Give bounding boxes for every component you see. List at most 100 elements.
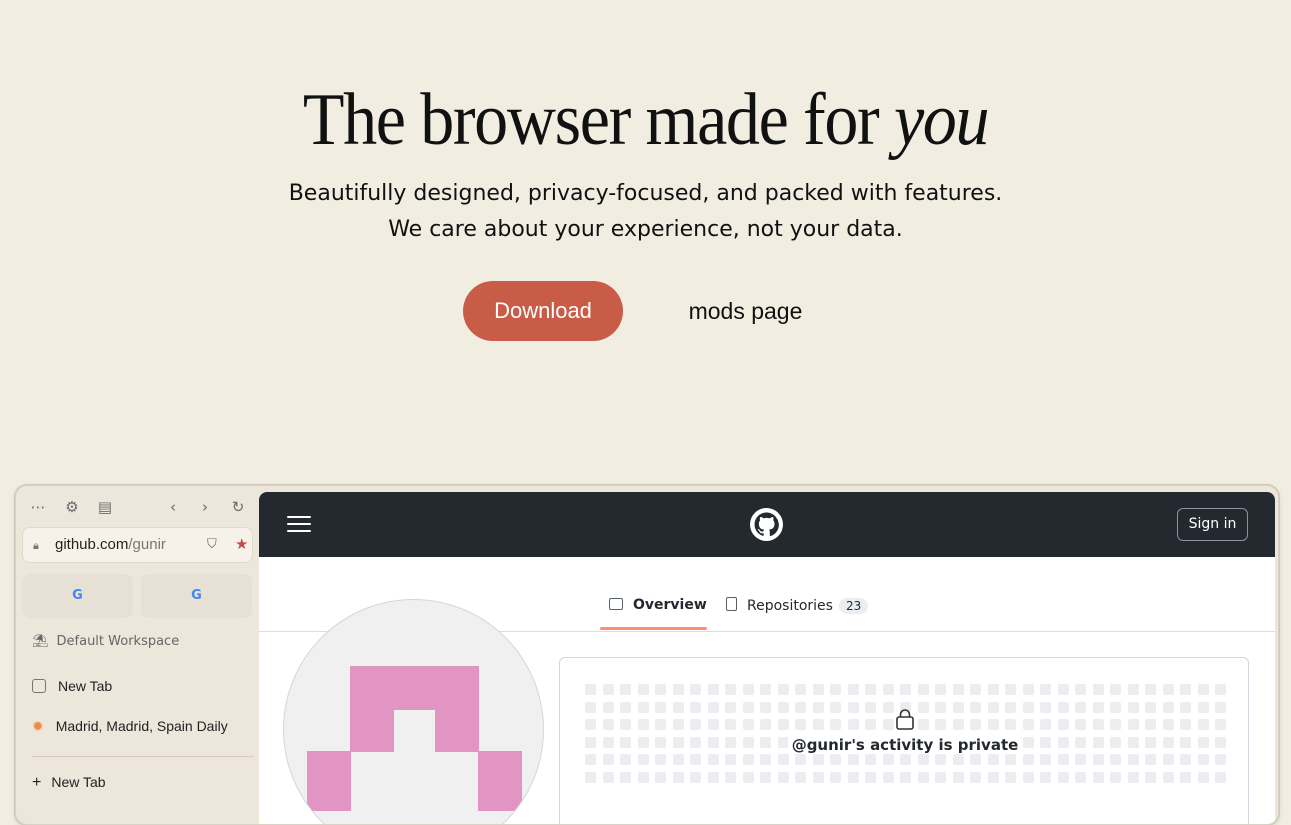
contribution-cell (987, 754, 999, 765)
workspace-icon: ⛱ (32, 634, 49, 649)
contribution-cell (1110, 771, 1121, 783)
contribution-cell (917, 771, 929, 783)
contribution-cell (690, 684, 701, 695)
contribution-cell (952, 701, 964, 713)
contribution-cell (1127, 754, 1139, 765)
subtitle-line-2: We care about your experience, not your … (388, 217, 903, 242)
contribution-cell (1005, 684, 1016, 695)
contribution-cell (1197, 684, 1209, 695)
tab-overview[interactable]: Overview (609, 597, 707, 613)
contribution-cell (970, 684, 981, 695)
contribution-cell (725, 719, 736, 730)
pinned-tab-google-2[interactable]: G (141, 574, 252, 618)
download-button[interactable]: Download (463, 281, 623, 341)
identicon-block (350, 708, 394, 752)
tab-repositories[interactable]: Repositories 23 (726, 597, 869, 614)
contribution-cell (917, 701, 929, 713)
contribution-cell (935, 719, 946, 730)
contribution-cell (1040, 719, 1051, 730)
sidebar-tab-weather[interactable]: ✹ Madrid, Madrid, Spain Daily (32, 718, 228, 735)
contribution-cell (672, 719, 684, 730)
more-icon[interactable]: ⋯ (27, 496, 49, 518)
contribution-cell (847, 684, 859, 695)
contribution-cell (1197, 719, 1209, 730)
contribution-cell (707, 754, 719, 765)
contribution-cell (900, 684, 911, 695)
contribution-cell (1162, 754, 1174, 765)
contribution-cell (742, 684, 754, 695)
sidebar-tab-new-tab[interactable]: New Tab (32, 678, 112, 694)
contribution-cell (847, 771, 859, 783)
contribution-cell (917, 754, 929, 765)
avatar[interactable] (283, 599, 544, 824)
contribution-cell (847, 754, 859, 765)
forward-icon[interactable]: › (194, 496, 216, 518)
workspace-label[interactable]: ⛱ Default Workspace (32, 634, 179, 649)
contribution-cell (882, 771, 894, 783)
github-logo-icon[interactable] (750, 508, 783, 541)
contribution-cell (795, 719, 806, 730)
lock-icon: 🔒︎ (33, 539, 39, 552)
contribution-cell (1040, 754, 1051, 765)
tab-overview-label: Overview (633, 597, 707, 613)
contribution-cell (1075, 719, 1086, 730)
new-tab-button[interactable]: + New Tab (32, 774, 106, 792)
contribution-cell (812, 701, 824, 713)
contribution-cell (742, 719, 754, 730)
new-tab-label: New Tab (51, 774, 106, 790)
contribution-cell (1127, 684, 1139, 695)
contribution-cell (1180, 684, 1191, 695)
contribution-cell (1022, 754, 1034, 765)
contribution-cell (602, 719, 614, 730)
repositories-count: 23 (838, 598, 869, 614)
contribution-cell (952, 771, 964, 783)
contribution-cell (1057, 771, 1069, 783)
sidebar-toggle-icon[interactable]: ▤ (94, 496, 116, 518)
contribution-cell (882, 684, 894, 695)
contribution-cell (585, 719, 596, 730)
contribution-cell (1005, 754, 1016, 765)
active-tab-indicator (600, 627, 707, 630)
shield-icon[interactable]: ⛉ (207, 537, 217, 552)
mods-page-link[interactable]: mods page (663, 281, 828, 341)
menu-icon[interactable] (287, 516, 311, 534)
sign-in-button[interactable]: Sign in (1177, 508, 1248, 541)
contribution-cell (1145, 701, 1156, 713)
contribution-cell (690, 754, 701, 765)
contribution-cell (1005, 701, 1016, 713)
contribution-cell (812, 719, 824, 730)
extensions-icon[interactable]: ⚙ (61, 496, 83, 518)
contribution-cell (1040, 684, 1051, 695)
private-activity-message: @gunir's activity is private (560, 736, 1250, 754)
new-tab-page-icon (32, 679, 46, 693)
contribution-cell (795, 771, 806, 783)
contribution-cell (1180, 754, 1191, 765)
contribution-cell (690, 701, 701, 713)
hero-title-main: The browser made for (302, 79, 894, 161)
contribution-cell (725, 684, 736, 695)
back-icon[interactable]: ‹ (162, 496, 184, 518)
reload-icon[interactable]: ↻ (227, 496, 249, 518)
identicon-block (435, 708, 479, 752)
contribution-cell (637, 771, 649, 783)
contribution-cell (970, 701, 981, 713)
contribution-cell (1110, 684, 1121, 695)
pinned-tab-google-1[interactable]: G (22, 574, 133, 618)
contribution-cell (970, 754, 981, 765)
contribution-cell (1092, 754, 1104, 765)
contribution-cell (637, 754, 649, 765)
contribution-cell (935, 701, 946, 713)
browser-sidebar: ⋯ ⚙ ▤ ‹ › ↻ 🔒︎ github.com/gunir ⛉ ★ G G … (16, 486, 260, 824)
contribution-cell (1162, 719, 1174, 730)
contribution-cell (620, 701, 631, 713)
plus-icon: + (32, 774, 42, 791)
bookmark-star-icon[interactable]: ★ (235, 535, 248, 553)
contribution-cell (865, 754, 876, 765)
contribution-cell (952, 719, 964, 730)
contribution-cell (1075, 754, 1086, 765)
contribution-cell (707, 719, 719, 730)
contribution-cell (1127, 719, 1139, 730)
contribution-cell (1197, 754, 1209, 765)
url-bar[interactable]: 🔒︎ github.com/gunir ⛉ ★ (22, 527, 253, 563)
contribution-cell (812, 754, 824, 765)
